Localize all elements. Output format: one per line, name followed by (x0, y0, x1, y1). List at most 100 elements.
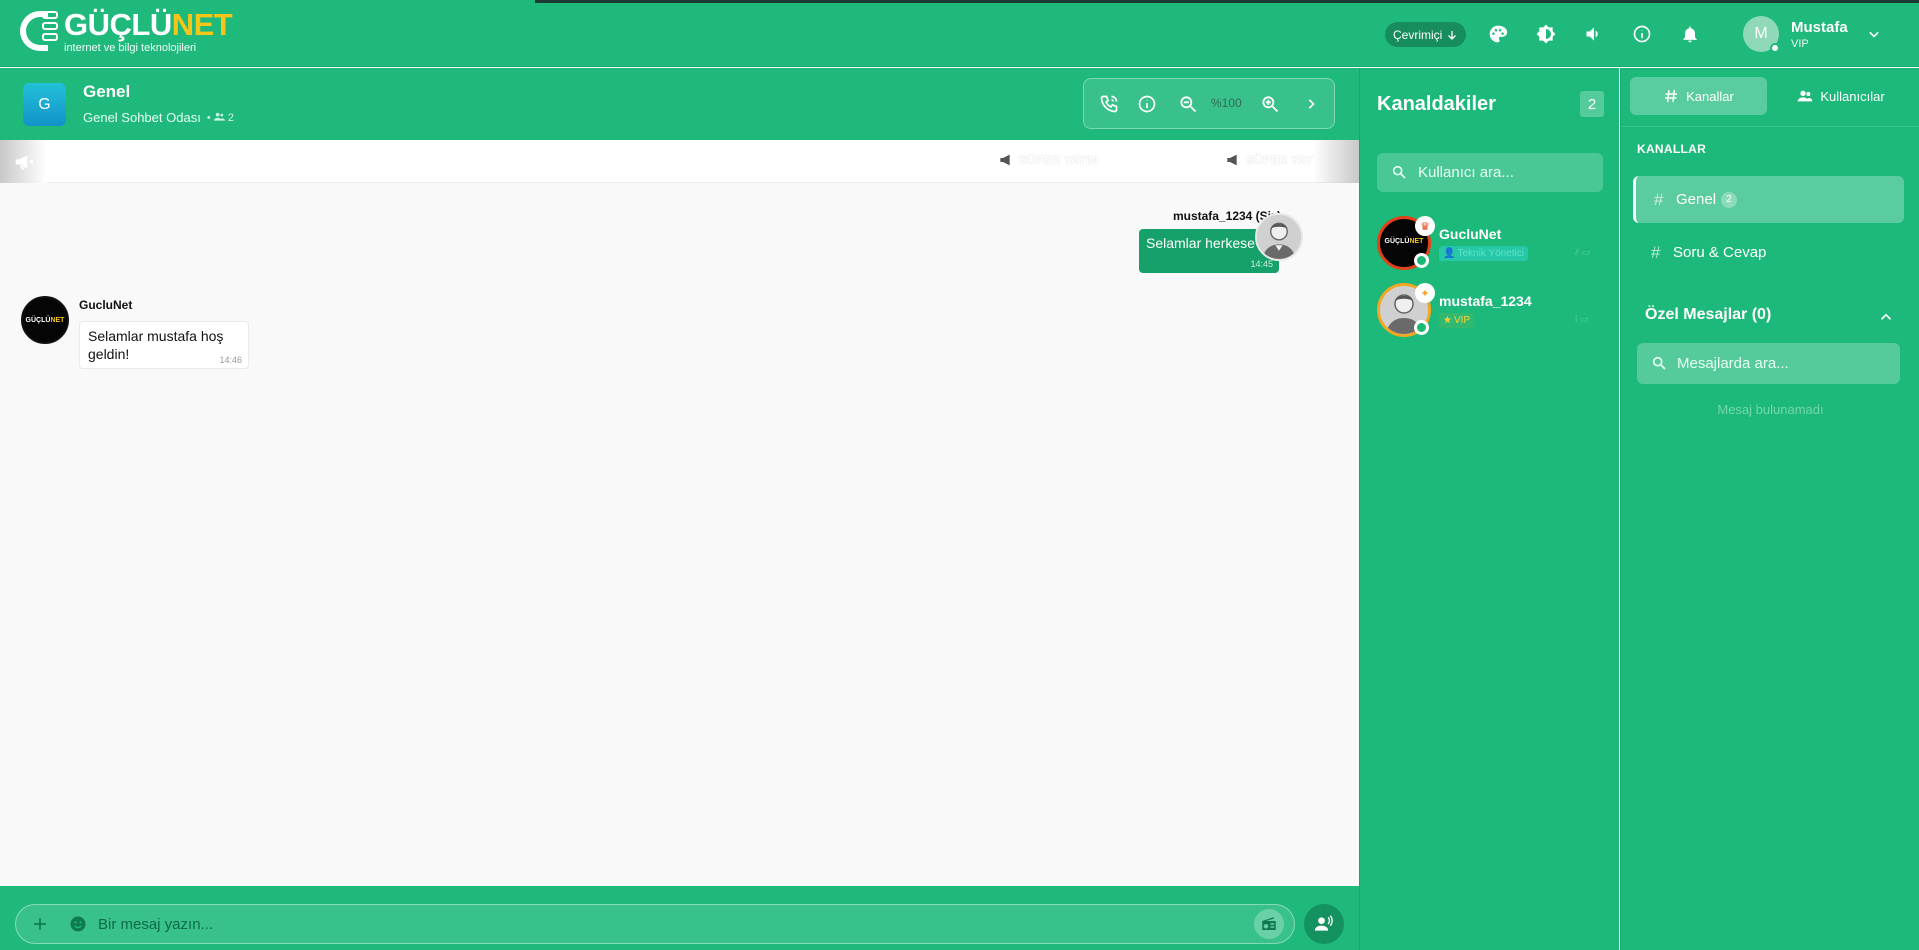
message-text: Selamlar herkese ! (1146, 235, 1263, 251)
users-icon (1798, 90, 1813, 102)
search-icon (1652, 356, 1666, 370)
message-placeholder: Bir mesaj yazın... (98, 916, 214, 933)
member-name: GucluNet (1439, 226, 1502, 242)
emoji-icon[interactable] (68, 914, 88, 934)
message-input[interactable]: Bir mesaj yazın... (15, 904, 1295, 944)
private-messages-title[interactable]: Özel Mesajlar (0) (1645, 306, 1771, 324)
brand-logo[interactable]: GÜÇLÜNET internet ve bilgi teknolojileri (18, 6, 233, 56)
member-search-placeholder: Kullanıcı ara... (1418, 164, 1514, 181)
hash-icon: # (1654, 189, 1664, 209)
brightness-icon[interactable] (1535, 23, 1557, 45)
plus-icon[interactable] (30, 914, 50, 934)
zoom-level: %100 (1211, 96, 1242, 110)
brand-logo-icon: GÜÇLÜNET (25, 316, 65, 324)
chevron-right-icon[interactable] (1301, 94, 1321, 114)
message-search-input[interactable]: Mesajlarda ara... (1637, 343, 1900, 384)
tab-users[interactable]: Kullanıcılar (1771, 77, 1911, 115)
message-search-placeholder: Mesajlarda ara... (1677, 355, 1789, 372)
user-menu[interactable]: M Mustafa VIP (1743, 16, 1848, 53)
role-badge: 👤 Teknik Yönetici (1439, 246, 1528, 261)
palette-icon[interactable] (1487, 23, 1509, 45)
channel-label: Genel (1676, 191, 1717, 208)
room-avatar: G (23, 83, 66, 126)
zoom-out-icon[interactable] (1178, 94, 1198, 114)
crown-icon: ♛ (1415, 216, 1435, 236)
logo-mark-icon (18, 7, 60, 55)
status-label: Çevrimiçi (1393, 27, 1443, 42)
member-search-input[interactable]: Kullanıcı ara... (1377, 153, 1603, 192)
divider (1621, 126, 1919, 127)
message-text: Selamlar mustafa hoş geldin! (88, 328, 224, 363)
room-title: Genel (83, 82, 131, 101)
message-time: 14:45 (1250, 259, 1273, 270)
ticker-item: SÜPER YAY (1226, 153, 1313, 167)
megaphone-icon (1000, 154, 1010, 166)
brand-logo-icon: GÜÇLÜNET (1384, 238, 1424, 245)
room-member-count: • 2 (206, 111, 234, 124)
radio-button[interactable] (1254, 909, 1284, 939)
message-author: GucluNet (79, 298, 133, 312)
volume-icon[interactable] (1583, 23, 1605, 45)
megaphone-icon (15, 155, 34, 170)
role-badge: ★ VIP (1439, 313, 1475, 328)
sidebar-tabs: Kanallar Kullanıcılar (1630, 77, 1912, 117)
users-icon (213, 112, 225, 121)
brand-tagline: internet ve bilgi teknolojileri (64, 41, 197, 54)
message-list: mustafa_1234 (Siz) Selamlar herkese ! 14… (0, 183, 1359, 886)
right-sidebar: Kanallar Kullanıcılar KANALLAR # Genel 2… (1620, 68, 1919, 950)
status-select[interactable]: Çevrimiçi (1385, 22, 1467, 47)
empty-state: Mesaj bulunamadı (1717, 402, 1824, 417)
megaphone-icon (1227, 154, 1237, 166)
user-name: Mustafa (1791, 18, 1848, 36)
hash-icon (1665, 89, 1678, 103)
channel-label: Soru & Cevap (1673, 244, 1767, 261)
bell-icon[interactable] (1679, 23, 1701, 45)
channel-item-genel[interactable]: # Genel 2 (1633, 176, 1904, 223)
online-dot (1414, 320, 1429, 335)
chevron-up-icon[interactable] (1877, 308, 1895, 326)
members-title: Kanaldakiler (1377, 93, 1496, 115)
gamepad-icon: ✦ (1415, 283, 1435, 303)
speaker-person-icon (1314, 915, 1333, 931)
members-panel: Kanaldakiler 2 Kullanıcı ara... GÜÇLÜNET… (1359, 68, 1619, 950)
user-role: VIP (1791, 37, 1809, 50)
user-avatar-icon (1257, 215, 1301, 259)
member-item[interactable]: GÜÇLÜNET ♛ GucluNet 👤 Teknik Yönetici ⫽ ▭ (1377, 216, 1603, 272)
member-name: mustafa_1234 (1439, 293, 1532, 309)
chat-header: G Genel Genel Sohbet Odası • 2 %100 (0, 68, 1359, 140)
search-icon (1392, 165, 1406, 179)
signal-icon: ǀ ▭ (1575, 314, 1589, 324)
arrow-down-icon (1448, 30, 1457, 40)
section-label: KANALLAR (1637, 142, 1707, 156)
brand-name: GÜÇLÜNET (64, 6, 233, 42)
zoom-in-icon[interactable] (1260, 94, 1280, 114)
avatar[interactable]: GÜÇLÜNET (21, 296, 69, 344)
avatar[interactable] (1255, 213, 1303, 261)
channel-count-badge: 2 (1721, 191, 1737, 208)
message-item: GucluNet Selamlar mustafa hoş geldin! 14… (79, 298, 249, 370)
message-bubble[interactable]: Selamlar mustafa hoş geldin! 14:46 (79, 321, 249, 370)
online-dot (1414, 253, 1429, 268)
tab-channels[interactable]: Kanallar (1630, 77, 1767, 115)
chevron-down-icon[interactable] (1864, 24, 1884, 44)
channel-item-soru-cevap[interactable]: # Soru & Cevap (1633, 229, 1904, 276)
online-dot (1770, 43, 1780, 53)
ticker-start (0, 140, 46, 183)
star-icon: ★ (1443, 315, 1452, 326)
top-header: GÜÇLÜNET internet ve bilgi teknolojileri… (0, 0, 1919, 67)
room-subtitle: Genel Sohbet Odası • 2 (83, 110, 234, 125)
ticker-item: SÜPER YAYIN (999, 153, 1098, 167)
user-avatar: M (1743, 16, 1780, 53)
chat-toolbar: %100 (1083, 78, 1335, 129)
composer: Bir mesaj yazın... (0, 886, 1359, 950)
member-item[interactable]: ✦ mustafa_1234 ★ VIP ǀ ▭ (1377, 283, 1603, 339)
info-icon[interactable] (1631, 23, 1653, 45)
members-count: 2 (1580, 91, 1604, 117)
phone-icon[interactable] (1099, 94, 1119, 114)
radio-icon (1262, 917, 1276, 930)
voice-button[interactable] (1304, 904, 1344, 944)
info-icon[interactable] (1137, 94, 1157, 114)
hash-icon: # (1651, 242, 1661, 262)
announcement-ticker: SÜPER YAYIN SÜPER YAY (0, 140, 1359, 183)
signal-icon: ⫽ ▭ (1575, 247, 1591, 257)
